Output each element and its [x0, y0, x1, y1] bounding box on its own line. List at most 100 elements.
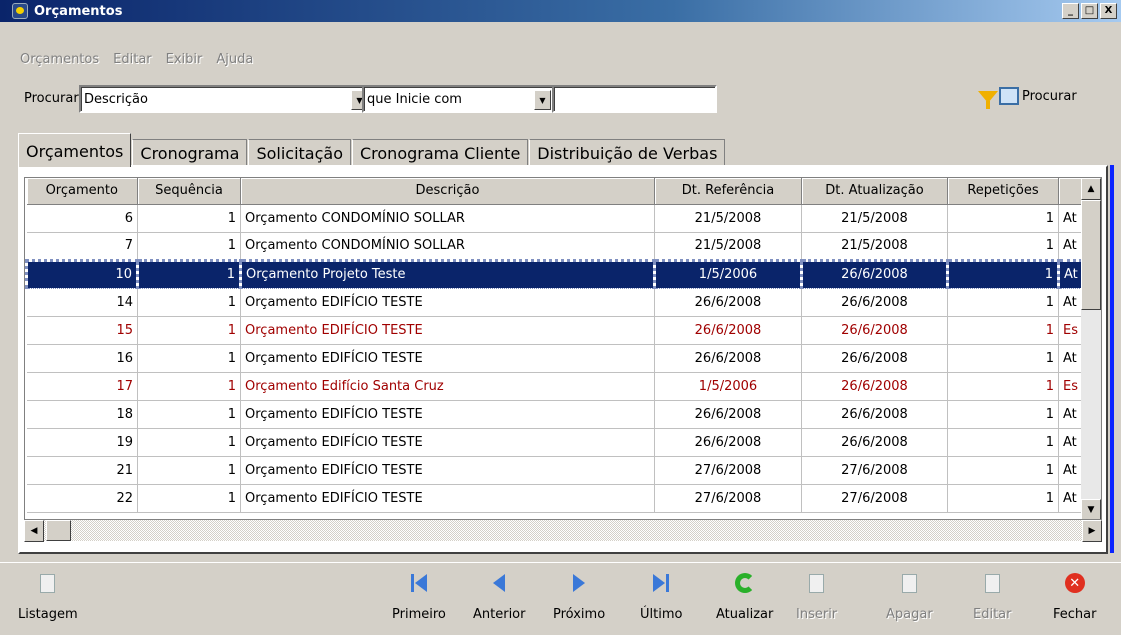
- col-header-sequencia[interactable]: Sequência: [137, 178, 241, 205]
- cell-dt-referencia: 21/5/2008: [654, 204, 802, 233]
- menu-orcamentos[interactable]: Orçamentos: [20, 52, 99, 67]
- cell-dt-referencia: 26/6/2008: [654, 400, 802, 429]
- menu-editar[interactable]: Editar: [113, 52, 152, 67]
- primeiro-button[interactable]: Primeiro: [392, 563, 446, 635]
- apagar-button[interactable]: Apagar: [886, 563, 933, 635]
- search-button-label: Procurar: [1022, 88, 1077, 104]
- ultimo-label: Último: [640, 607, 683, 622]
- col-header-orcamento[interactable]: Orçamento: [26, 178, 138, 205]
- table-row[interactable]: 21 1 Orçamento EDIFÍCIO TESTE 27/6/2008 27/6…: [26, 456, 1089, 485]
- tab-orcamentos[interactable]: Orçamentos: [18, 133, 132, 167]
- search-label: Procurar: [24, 91, 79, 106]
- next-record-icon: [573, 563, 586, 603]
- table-row[interactable]: 15 1 Orçamento EDIFÍCIO TESTE 26/6/2008 26/6…: [26, 316, 1089, 345]
- tab-cronograma[interactable]: Cronograma: [132, 139, 248, 167]
- inserir-button[interactable]: Inserir: [796, 563, 837, 635]
- menu-exibir[interactable]: Exibir: [166, 52, 203, 67]
- vertical-scroll-thumb[interactable]: [1081, 200, 1101, 310]
- cell-sequencia: 1: [137, 372, 241, 401]
- cell-sequencia: 1: [137, 400, 241, 429]
- cell-sequencia: 1: [137, 232, 241, 261]
- cell-orcamento: 10: [25, 258, 138, 289]
- cell-dt-referencia: 1/5/2006: [654, 372, 802, 401]
- atualizar-label: Atualizar: [716, 607, 774, 622]
- cell-repeticoes: 1: [947, 456, 1059, 485]
- table-row[interactable]: 7 1 Orçamento CONDOMÍNIO SOLLAR 21/5/2008 21…: [26, 232, 1089, 261]
- scroll-right-icon[interactable]: ▶: [1082, 520, 1102, 542]
- search-field-select[interactable]: Descrição ▼: [79, 85, 373, 113]
- cell-sequencia: 1: [137, 204, 241, 233]
- col-header-dt-referencia[interactable]: Dt. Referência: [654, 178, 802, 205]
- col-header-descricao[interactable]: Descrição: [240, 178, 655, 205]
- cell-orcamento: 14: [26, 288, 138, 317]
- menu-ajuda[interactable]: Ajuda: [216, 52, 253, 67]
- scroll-left-icon[interactable]: ◀: [24, 520, 44, 542]
- col-header-dt-atualizacao[interactable]: Dt. Atualização: [801, 178, 948, 205]
- search-input[interactable]: [552, 85, 717, 113]
- window-title: Orçamentos: [34, 3, 123, 19]
- horizontal-scroll-thumb[interactable]: [46, 520, 71, 541]
- close-icon: ✕: [1064, 563, 1085, 603]
- cell-sequencia: 1: [137, 344, 241, 373]
- scroll-up-icon[interactable]: ▲: [1081, 178, 1101, 200]
- cell-descricao: Orçamento Edifício Santa Cruz: [240, 372, 655, 401]
- cell-dt-atualizacao: 26/6/2008: [800, 258, 948, 289]
- atualizar-button[interactable]: Atualizar: [716, 563, 773, 635]
- filter-icon[interactable]: [978, 91, 998, 109]
- minimize-button[interactable]: _: [1062, 3, 1079, 19]
- vertical-scrollbar[interactable]: ▲ ▼: [1081, 178, 1101, 519]
- cell-dt-atualizacao: 26/6/2008: [801, 316, 948, 345]
- cell-dt-referencia: 21/5/2008: [654, 232, 802, 261]
- tab-distribuicao-verbas[interactable]: Distribuição de Verbas: [529, 139, 726, 167]
- table-row[interactable]: 22 1 Orçamento EDIFÍCIO TESTE 27/6/2008 27/6…: [26, 484, 1089, 513]
- table-row[interactable]: 16 1 Orçamento EDIFÍCIO TESTE 26/6/2008 26/6…: [26, 344, 1089, 373]
- table-row[interactable]: 10 1 Orçamento Projeto Teste 1/5/2006 26/6/2…: [25, 258, 1089, 289]
- chevron-down-icon[interactable]: ▼: [534, 90, 551, 110]
- table-header-row: Orçamento Sequência Descrição Dt. Referê…: [26, 178, 1089, 205]
- table-row[interactable]: 6 1 Orçamento CONDOMÍNIO SOLLAR 21/5/2008 21…: [26, 204, 1089, 233]
- cell-orcamento: 21: [26, 456, 138, 485]
- scroll-down-icon[interactable]: ▼: [1081, 499, 1101, 519]
- table-row[interactable]: 17 1 Orçamento Edifício Santa Cruz 1/5/2006…: [26, 372, 1089, 401]
- table-row[interactable]: 18 1 Orçamento EDIFÍCIO TESTE 26/6/2008 26/6…: [26, 400, 1089, 429]
- primeiro-label: Primeiro: [392, 607, 446, 622]
- cell-orcamento: 7: [26, 232, 138, 261]
- close-window-button[interactable]: X: [1100, 3, 1117, 19]
- cell-repeticoes: 1: [946, 258, 1059, 289]
- search-operator-value: que Inicie com: [367, 92, 462, 107]
- cell-repeticoes: 1: [947, 204, 1059, 233]
- maximize-button[interactable]: □: [1081, 3, 1098, 19]
- listagem-button[interactable]: Listagem: [18, 563, 78, 635]
- tab-cronograma-cliente[interactable]: Cronograma Cliente: [351, 139, 529, 167]
- cell-dt-atualizacao: 27/6/2008: [801, 456, 948, 485]
- cell-descricao: Orçamento EDIFÍCIO TESTE: [240, 288, 655, 317]
- table-row[interactable]: 19 1 Orçamento EDIFÍCIO TESTE 26/6/2008 26/6…: [26, 428, 1089, 457]
- cell-descricao: Orçamento EDIFÍCIO TESTE: [240, 456, 655, 485]
- tab-solicitacao[interactable]: Solicitação: [248, 139, 351, 167]
- cell-repeticoes: 1: [947, 344, 1059, 373]
- proximo-label: Próximo: [553, 607, 606, 622]
- table-row[interactable]: 14 1 Orçamento EDIFÍCIO TESTE 26/6/2008 26/6…: [26, 288, 1089, 317]
- cell-sequencia: 1: [137, 316, 241, 345]
- fechar-button[interactable]: ✕ Fechar: [1053, 563, 1096, 635]
- cell-orcamento: 17: [26, 372, 138, 401]
- anterior-button[interactable]: Anterior: [473, 563, 525, 635]
- data-grid[interactable]: Orçamento Sequência Descrição Dt. Referê…: [24, 177, 1102, 520]
- fechar-label: Fechar: [1053, 607, 1097, 622]
- editar-button[interactable]: Editar: [973, 563, 1012, 635]
- proximo-button[interactable]: Próximo: [553, 563, 605, 635]
- cell-dt-referencia: 26/6/2008: [654, 288, 802, 317]
- insert-document-icon: [809, 563, 825, 603]
- horizontal-scrollbar[interactable]: ◀ ▶: [24, 520, 1102, 542]
- cell-dt-atualizacao: 21/5/2008: [801, 232, 948, 261]
- ultimo-button[interactable]: Último: [640, 563, 682, 635]
- delete-document-icon: [901, 563, 917, 603]
- window-controls: _ □ X: [1062, 3, 1117, 19]
- col-header-repeticoes[interactable]: Repetições: [947, 178, 1059, 205]
- tab-strip: Orçamentos Cronograma Solicitação Cronog…: [18, 133, 726, 167]
- search-button[interactable]: Procurar: [999, 87, 1077, 105]
- search-operator-select[interactable]: que Inicie com ▼: [362, 85, 556, 113]
- search-bar: Procurar Descrição ▼ que Inicie com ▼ Pr…: [24, 85, 1121, 113]
- cell-descricao: Orçamento EDIFÍCIO TESTE: [240, 484, 655, 513]
- app-icon: [12, 3, 28, 19]
